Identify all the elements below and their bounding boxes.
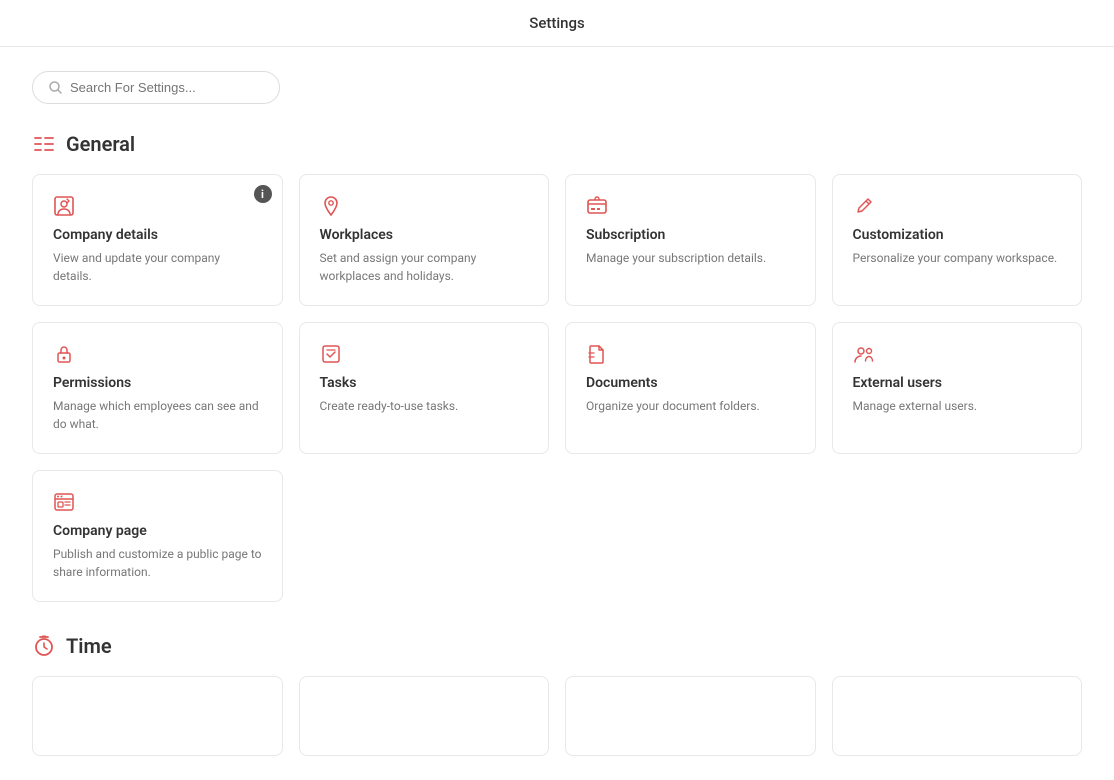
time-card-placeholder-2 — [299, 676, 550, 756]
card-company-page[interactable]: Company page Publish and customize a pub… — [32, 470, 283, 602]
time-card-placeholder-3 — [565, 676, 816, 756]
company-page-icon — [53, 491, 262, 513]
permissions-desc: Manage which employees can see and do wh… — [53, 397, 262, 433]
subscription-icon — [586, 195, 795, 217]
general-section-header: General — [32, 132, 1082, 156]
external-users-desc: Manage external users. — [853, 397, 1062, 415]
search-icon — [49, 80, 62, 95]
tasks-desc: Create ready-to-use tasks. — [320, 397, 529, 415]
company-details-icon — [53, 195, 262, 217]
external-users-title: External users — [853, 375, 1062, 391]
company-page-title: Company page — [53, 523, 262, 539]
card-permissions[interactable]: Permissions Manage which employees can s… — [32, 322, 283, 454]
documents-icon — [586, 343, 795, 365]
documents-desc: Organize your document folders. — [586, 397, 795, 415]
card-documents[interactable]: Documents Organize your document folders… — [565, 322, 816, 454]
page-title: Settings — [0, 14, 1114, 32]
subscription-title: Subscription — [586, 227, 795, 243]
time-section-header: Time — [32, 634, 1082, 658]
search-container — [32, 71, 1082, 104]
main-content: General i Company details View and updat… — [0, 47, 1114, 780]
permissions-icon — [53, 343, 262, 365]
permissions-title: Permissions — [53, 375, 262, 391]
customization-icon — [853, 195, 1062, 217]
workplaces-desc: Set and assign your company workplaces a… — [320, 249, 529, 285]
general-cards-row1: i Company details View and update your c… — [32, 174, 1082, 306]
card-tasks[interactable]: Tasks Create ready-to-use tasks. — [299, 322, 550, 454]
tasks-icon — [320, 343, 529, 365]
time-section-icon — [32, 634, 56, 658]
company-details-title: Company details — [53, 227, 262, 243]
search-box — [32, 71, 280, 104]
card-subscription[interactable]: Subscription Manage your subscription de… — [565, 174, 816, 306]
customization-desc: Personalize your company workspace. — [853, 249, 1062, 267]
page-header: Settings — [0, 0, 1114, 47]
card-company-details[interactable]: i Company details View and update your c… — [32, 174, 283, 306]
workplaces-title: Workplaces — [320, 227, 529, 243]
general-section-icon — [32, 132, 56, 156]
search-input[interactable] — [70, 80, 263, 95]
time-card-placeholder-1 — [32, 676, 283, 756]
external-users-icon — [853, 343, 1062, 365]
general-section-title: General — [66, 132, 135, 156]
time-card-placeholder-4 — [832, 676, 1083, 756]
tasks-title: Tasks — [320, 375, 529, 391]
customization-title: Customization — [853, 227, 1062, 243]
time-cards-row — [32, 676, 1082, 756]
card-customization[interactable]: Customization Personalize your company w… — [832, 174, 1083, 306]
card-external-users[interactable]: External users Manage external users. — [832, 322, 1083, 454]
workplaces-icon — [320, 195, 529, 217]
subscription-desc: Manage your subscription details. — [586, 249, 795, 267]
info-badge: i — [254, 185, 272, 203]
time-section-title: Time — [66, 634, 112, 658]
documents-title: Documents — [586, 375, 795, 391]
company-details-desc: View and update your company details. — [53, 249, 262, 285]
time-section: Time — [32, 634, 1082, 756]
general-cards-row2: Permissions Manage which employees can s… — [32, 322, 1082, 454]
company-page-desc: Publish and customize a public page to s… — [53, 545, 262, 581]
card-workplaces[interactable]: Workplaces Set and assign your company w… — [299, 174, 550, 306]
general-cards-row3: Company page Publish and customize a pub… — [32, 470, 1082, 602]
